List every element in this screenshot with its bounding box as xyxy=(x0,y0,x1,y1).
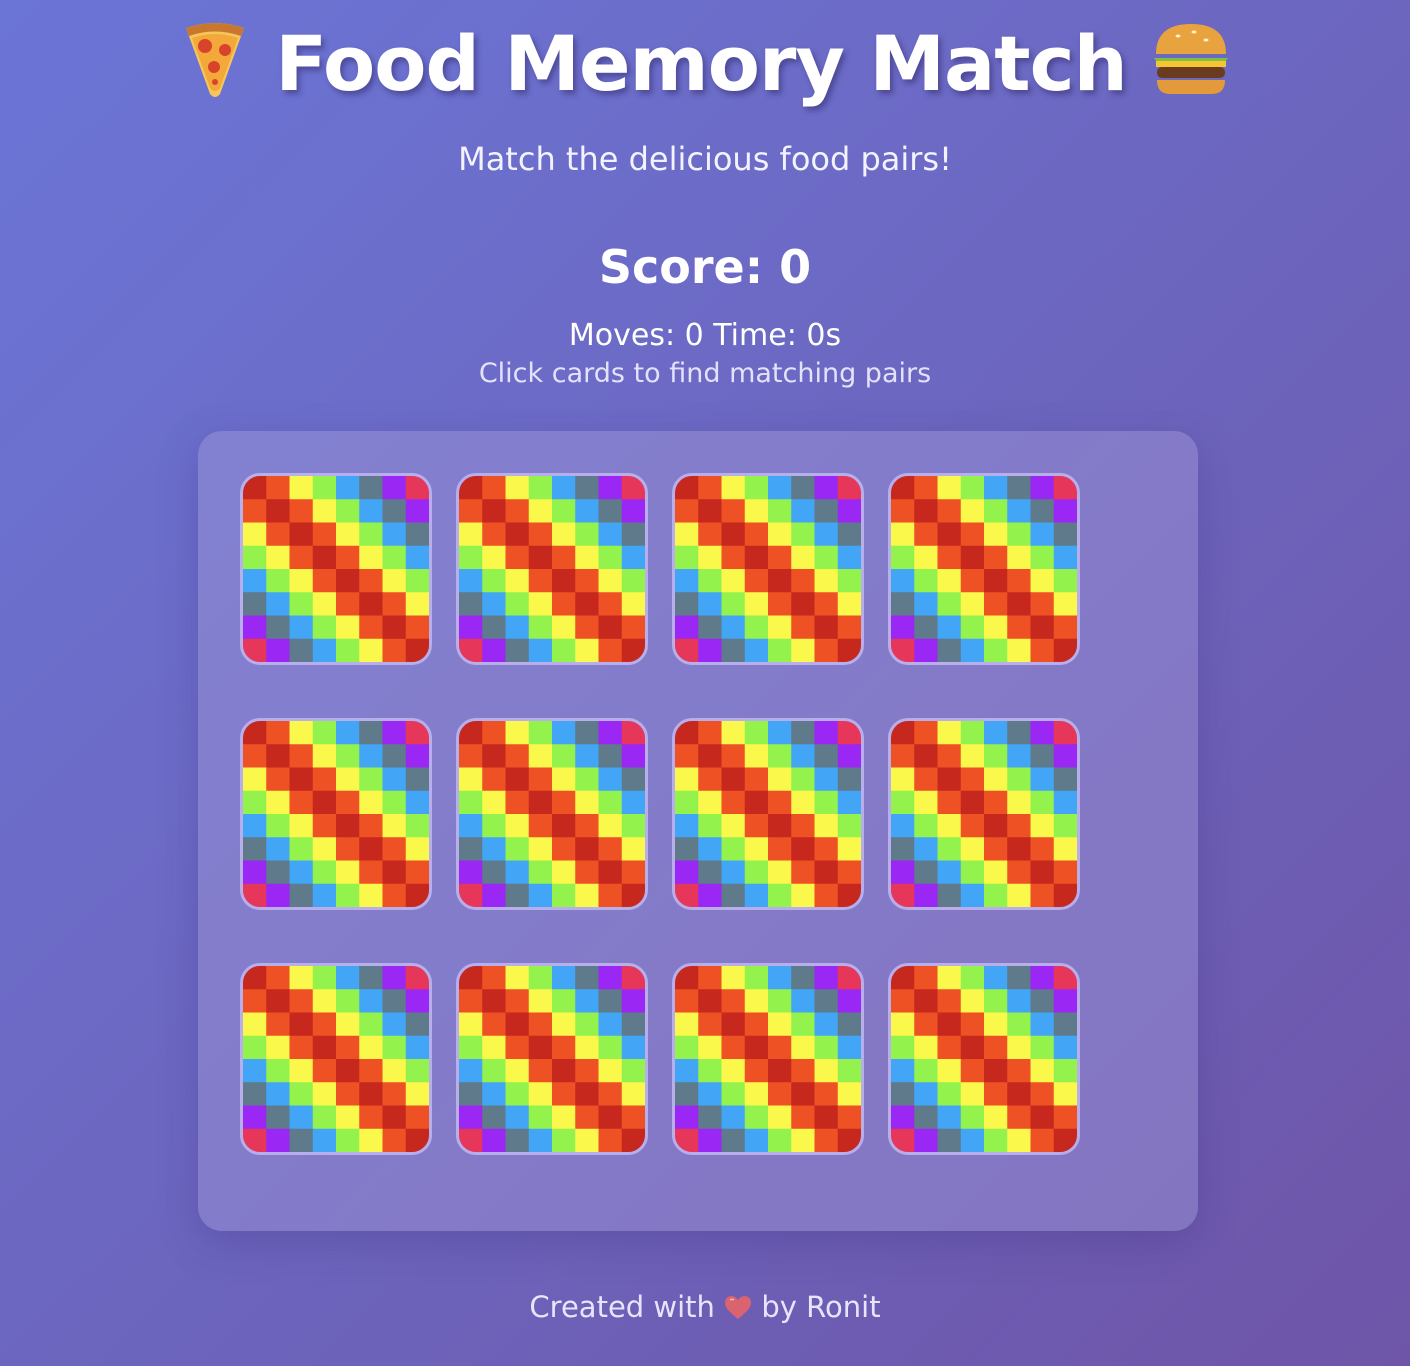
memory-card[interactable] xyxy=(456,473,648,665)
moves-label: Moves: xyxy=(568,318,676,353)
memory-card[interactable] xyxy=(888,473,1080,665)
memory-card[interactable] xyxy=(240,963,432,1155)
memory-card[interactable] xyxy=(672,963,864,1155)
card-back-pattern xyxy=(459,476,645,662)
footer-prefix: Created with xyxy=(529,1290,715,1324)
card-back-pattern xyxy=(243,721,429,907)
card-back-pattern xyxy=(675,966,861,1152)
stats-line: Moves: 0 Time: 0s xyxy=(0,318,1410,353)
memory-card[interactable] xyxy=(672,718,864,910)
pizza-icon xyxy=(180,20,250,118)
time-value: 0s xyxy=(806,318,842,353)
memory-card[interactable] xyxy=(888,963,1080,1155)
card-back-pattern xyxy=(891,721,1077,907)
moves-value: 0 xyxy=(684,318,704,353)
memory-card[interactable] xyxy=(240,718,432,910)
card-back-pattern xyxy=(459,721,645,907)
footer: Created with by Ronit xyxy=(0,1290,1410,1328)
memory-card[interactable] xyxy=(456,963,648,1155)
card-back-pattern xyxy=(459,966,645,1152)
footer-suffix: by Ronit xyxy=(761,1290,881,1324)
card-back-pattern xyxy=(243,966,429,1152)
card-back-pattern xyxy=(243,476,429,662)
memory-card[interactable] xyxy=(456,718,648,910)
memory-card[interactable] xyxy=(672,473,864,665)
card-back-pattern xyxy=(675,476,861,662)
burger-icon xyxy=(1152,22,1230,116)
instructions: Click cards to find matching pairs xyxy=(478,358,932,389)
game-title-text: Food Memory Match xyxy=(275,19,1128,108)
time-label: Time: xyxy=(713,318,797,353)
score-display: Score: 0 xyxy=(598,240,812,294)
card-back-pattern xyxy=(891,476,1077,662)
game-title: Food Memory Match xyxy=(0,18,1410,118)
heart-icon xyxy=(724,1294,752,1328)
game-board xyxy=(198,431,1198,1231)
subtitle: Match the delicious food pairs! xyxy=(458,140,952,178)
card-back-pattern xyxy=(675,721,861,907)
card-back-pattern xyxy=(891,966,1077,1152)
memory-card[interactable] xyxy=(240,473,432,665)
memory-card[interactable] xyxy=(888,718,1080,910)
